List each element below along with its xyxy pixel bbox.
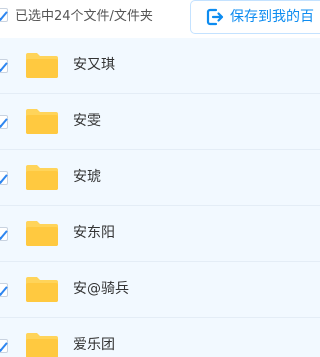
toolbar: 已选中24个文件/文件夹 保存到我的百 [0,0,320,38]
file-row[interactable]: 安琥 [0,150,320,206]
file-name[interactable]: 安琥 [73,167,101,187]
row-checkbox[interactable] [0,339,8,353]
file-row[interactable]: 安东阳 [0,206,320,262]
file-name[interactable]: 安@骑兵 [73,279,129,299]
file-row[interactable]: 安@骑兵 [0,262,320,318]
file-name[interactable]: 安又琪 [73,55,115,75]
folder-icon [25,107,59,135]
save-icon [206,8,224,26]
file-row[interactable]: 安又琪 [0,38,320,94]
row-checkbox[interactable] [0,115,8,129]
row-checkbox[interactable] [0,59,8,73]
folder-icon [25,51,59,79]
file-list: 安又琪 安雯 安琥 安东阳 安@骑兵 爱乐团 [0,38,320,357]
select-all-checkbox[interactable] [0,8,8,22]
file-name[interactable]: 安东阳 [73,223,115,243]
file-name[interactable]: 爱乐团 [73,335,115,355]
row-checkbox[interactable] [0,171,8,185]
folder-icon [25,331,59,357]
folder-icon [25,275,59,303]
row-checkbox[interactable] [0,283,8,297]
folder-icon [25,219,59,247]
row-checkbox[interactable] [0,227,8,241]
file-row[interactable]: 爱乐团 [0,318,320,357]
folder-icon [25,163,59,191]
save-to-my-netdisk-button[interactable]: 保存到我的百 [190,0,320,34]
file-row[interactable]: 安雯 [0,94,320,150]
selection-count-text: 已选中24个文件/文件夹 [15,9,153,24]
save-button-label: 保存到我的百 [230,9,314,25]
file-name[interactable]: 安雯 [73,111,101,131]
